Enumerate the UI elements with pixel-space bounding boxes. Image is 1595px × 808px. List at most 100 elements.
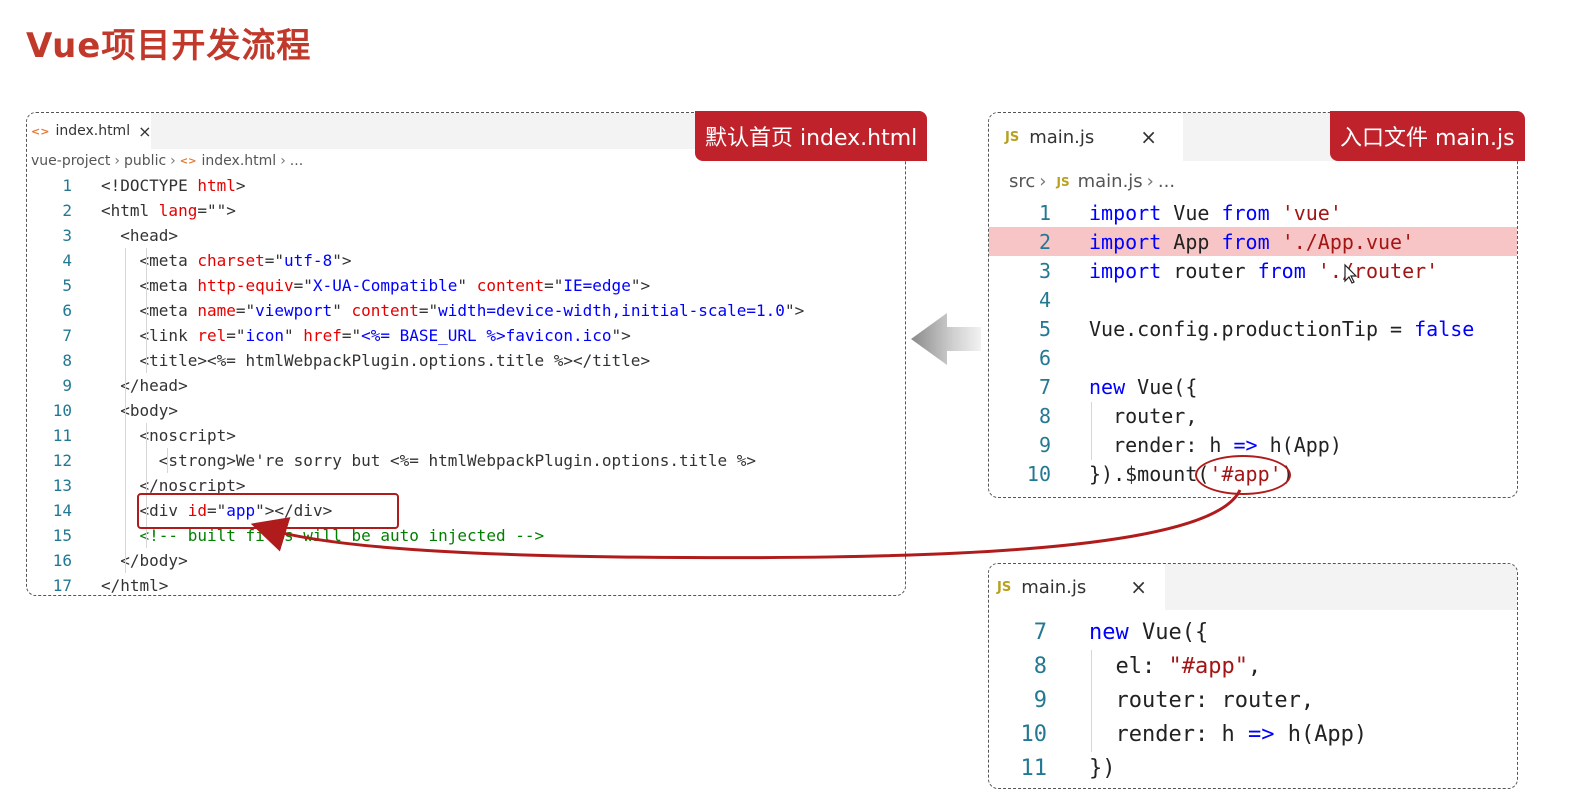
code-text: router, <box>1089 402 1197 431</box>
line-number: 8 <box>1033 654 1047 679</box>
code-token: <meta <box>101 251 198 270</box>
code-text: el: "#app", <box>1089 650 1261 684</box>
main-js-editor-panel: JS main.js × src › JS main.js › ... 1 impor… <box>988 112 1518 498</box>
code-line[interactable]: 8 <title><%= htmlWebpackPlugin.options.t… <box>27 348 905 373</box>
code-token: =" <box>235 301 256 320</box>
code-token: </head> <box>101 376 188 395</box>
code-token: './router' <box>1317 259 1439 283</box>
code-text: import router from './router' <box>1089 257 1438 286</box>
line-number: 3 <box>1038 259 1051 283</box>
code-token: <html <box>101 201 159 220</box>
close-icon[interactable]: × <box>1140 125 1157 149</box>
code-token: =" <box>197 201 217 220</box>
code-line[interactable]: 5 <meta http-equiv="X-UA-Compatible" con… <box>27 273 905 298</box>
code-token: html <box>197 176 236 195</box>
line-number: 9 <box>1038 433 1051 457</box>
label-entry-file: 入口文件 main.js <box>1330 111 1525 161</box>
indent-guide <box>146 423 147 548</box>
close-icon[interactable]: × <box>1130 575 1147 599</box>
breadcrumb-item[interactable]: vue-project <box>31 153 110 169</box>
code-text: <meta name="viewport" content="width=dev… <box>101 298 805 323</box>
code-area[interactable]: 1 <!DOCTYPE html> 2 <html lang=""> 3 <head> 4… <box>27 173 905 595</box>
line-number: 10 <box>1020 722 1048 747</box>
code-line[interactable]: 2 <html lang=""> <box>27 198 905 223</box>
code-area[interactable]: 7 new Vue({8 el: "#app", 9 router: router,… <box>989 616 1517 786</box>
code-line[interactable]: 1 import Vue from 'vue' <box>989 199 1517 228</box>
breadcrumb-item[interactable]: index.html <box>202 153 277 169</box>
code-token: 'vue' <box>1281 201 1342 225</box>
code-token: import <box>1089 230 1174 254</box>
code-line[interactable]: 8 router, <box>989 402 1517 431</box>
code-line[interactable]: 10 render: h => h(App) <box>989 718 1517 752</box>
code-token: " <box>332 301 352 320</box>
code-line[interactable]: 16 </body> <box>27 548 905 573</box>
tab-index-html[interactable]: <> index.html × <box>27 113 152 149</box>
index-html-editor-panel: <> index.html × vue-project › public › <> … <box>26 112 906 596</box>
breadcrumb-item[interactable]: ... <box>290 153 303 169</box>
code-token: <noscript> <box>101 426 236 445</box>
code-token: =" <box>544 276 564 295</box>
code-area[interactable]: 1 import Vue from 'vue' 2 import App from '… <box>989 199 1517 489</box>
code-line[interactable]: 6 <box>989 344 1517 373</box>
code-line[interactable]: 1 <!DOCTYPE html> <box>27 173 905 198</box>
tab-main-js[interactable]: JS main.js × <box>989 564 1165 610</box>
code-token: <link <box>101 326 198 345</box>
breadcrumb: vue-project › public › <> index.html › ... <box>31 153 304 169</box>
code-line[interactable]: 9 router: router, <box>989 684 1517 718</box>
line-number: 12 <box>52 451 72 470</box>
code-line[interactable]: 8 el: "#app", <box>989 650 1517 684</box>
close-icon[interactable]: × <box>138 122 151 141</box>
code-token: Vue.config.productionTip = <box>1089 317 1415 341</box>
code-line[interactable]: 2 import App from './App.vue' <box>989 228 1517 257</box>
code-line[interactable]: 3 <head> <box>27 223 905 248</box>
code-token: <!DOCTYPE <box>101 176 198 195</box>
highlight-box-div-app <box>137 493 399 529</box>
code-line[interactable]: 11}) <box>989 752 1517 786</box>
code-line[interactable]: 12 <strong>We're sorry but <%= htmlWebpa… <box>27 448 905 473</box>
tab-label: main.js <box>1021 576 1087 598</box>
code-token: <meta <box>101 276 198 295</box>
code-line[interactable]: 11 <noscript> <box>27 423 905 448</box>
code-text: router: router, <box>1089 684 1314 718</box>
code-line[interactable]: 17 </html> <box>27 573 905 595</box>
code-token: h(App) <box>1257 433 1342 457</box>
breadcrumb-item[interactable]: ... <box>1158 171 1175 192</box>
breadcrumb-item[interactable]: src <box>1009 171 1035 192</box>
code-text: import App from './App.vue' <box>1089 228 1414 257</box>
code-line[interactable]: 7 <link rel="icon" href="<%= BASE_URL %>… <box>27 323 905 348</box>
code-token: => <box>1247 722 1275 747</box>
code-token: rel <box>197 326 227 345</box>
html-file-icon: <> <box>31 124 50 138</box>
mouse-cursor-icon <box>1344 263 1358 284</box>
breadcrumb-item[interactable]: public <box>124 153 166 169</box>
code-line[interactable]: 7 new Vue({ <box>989 373 1517 402</box>
left-arrow-icon <box>911 313 981 365</box>
code-token: el: <box>1089 654 1169 679</box>
code-line[interactable]: 3 import router from './router' <box>989 257 1517 286</box>
code-line[interactable]: 10 <body> <box>27 398 905 423</box>
code-line[interactable]: 5 Vue.config.productionTip = false <box>989 315 1517 344</box>
code-token: "> <box>630 276 651 295</box>
code-text: }) <box>1089 752 1116 786</box>
code-line[interactable]: 4 <meta charset="utf-8"> <box>27 248 905 273</box>
code-token: new <box>1089 375 1138 399</box>
line-number: 2 <box>1038 230 1051 254</box>
code-line[interactable]: 4 <box>989 286 1517 315</box>
code-token: "> <box>611 326 631 345</box>
code-token: http-equiv <box>197 276 294 295</box>
indent-guide <box>1091 402 1092 460</box>
code-line[interactable]: 9 </head> <box>27 373 905 398</box>
code-token: lang <box>158 201 198 220</box>
js-file-icon: JS <box>997 579 1012 595</box>
code-line[interactable]: 6 <meta name="viewport" content="width=d… <box>27 298 905 323</box>
code-token: <%= BASE_URL %>favicon.ico <box>361 326 612 345</box>
code-token: => <box>1233 433 1258 457</box>
indent-guide <box>167 448 168 473</box>
tab-main-js[interactable]: JS main.js × <box>989 113 1183 161</box>
code-token: App <box>1173 230 1222 254</box>
code-token: > <box>235 176 246 195</box>
breadcrumb-item[interactable]: main.js <box>1078 171 1143 192</box>
code-line[interactable]: 7 new Vue({ <box>989 616 1517 650</box>
code-token: name <box>197 301 236 320</box>
code-token: " <box>457 276 477 295</box>
